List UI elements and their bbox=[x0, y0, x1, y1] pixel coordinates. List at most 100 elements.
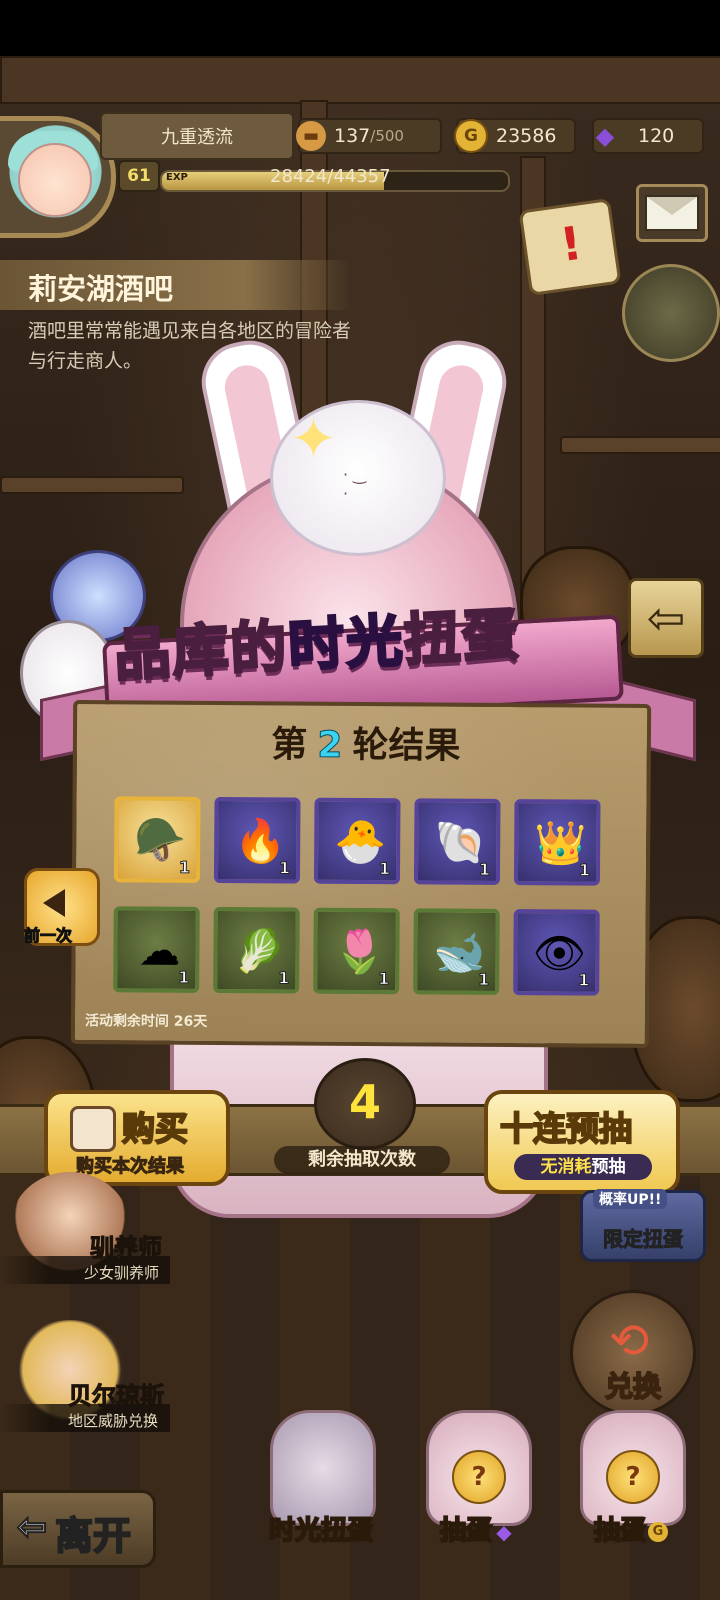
limited-gacha-label: 限定扭蛋 bbox=[603, 1227, 684, 1252]
result-item-slot[interactable]: 🥬 1 bbox=[213, 906, 300, 994]
player-level-badge: 61 bbox=[118, 160, 160, 192]
status-bar bbox=[0, 0, 720, 56]
item-count: 1 bbox=[578, 860, 591, 880]
item-count: 1 bbox=[378, 969, 390, 989]
ten-pull-preview-button[interactable]: 十连预抽 无消耗预抽 bbox=[484, 1090, 680, 1194]
banner-title-part2: 扭蛋 bbox=[401, 601, 523, 675]
npc-role: 地区威胁兑换 bbox=[68, 1412, 159, 1430]
round-number: 2 bbox=[317, 724, 343, 766]
gold-gacha-text: 抽蛋 bbox=[593, 1515, 647, 1547]
exclamation-icon: ! bbox=[556, 215, 586, 273]
previous-result-label: 前一次 bbox=[23, 926, 73, 946]
round-suffix: 轮结果 bbox=[352, 724, 461, 767]
arrow-left-icon: ⇦ bbox=[16, 1506, 48, 1549]
npc-role: 少女驯养师 bbox=[84, 1264, 160, 1282]
gem-gacha-label: 抽蛋 ◆ bbox=[412, 1510, 542, 1547]
time-gacha-label: 时光扭蛋 bbox=[268, 1515, 374, 1547]
gacha-egg-icon: ? bbox=[606, 1450, 660, 1504]
return-button[interactable]: ⇦ bbox=[628, 578, 704, 658]
gold-counter[interactable]: G 23586 bbox=[454, 118, 576, 154]
gold-coin-icon: G bbox=[454, 119, 488, 153]
player-avatar[interactable] bbox=[0, 116, 116, 238]
location-title-plate: 莉安湖酒吧 bbox=[0, 260, 350, 310]
rose-icon bbox=[70, 1106, 116, 1152]
leave-label: 离开 bbox=[54, 1513, 132, 1559]
result-item-slot[interactable]: 🔥 1 bbox=[213, 796, 301, 884]
gold-gacha-button[interactable]: ? 抽蛋 G bbox=[566, 1410, 696, 1560]
exchange-arrows-icon: ⟲ bbox=[609, 1313, 650, 1369]
result-items-grid: 🪖 1 🔥 1 🐣 1 🐚 1 👑 1 ☁ 1 🥬 1 🌷 1 🐋 1 👁 1 bbox=[113, 796, 615, 996]
purple-gem-icon: ◆ bbox=[595, 122, 615, 150]
result-item-slot[interactable]: 🪖 1 bbox=[113, 796, 201, 883]
exchange-label: 兑换 bbox=[604, 1369, 662, 1404]
gold-coin-icon: G bbox=[648, 1521, 668, 1542]
round-title: 第 2 轮结果 bbox=[77, 714, 655, 770]
exchange-button[interactable]: ⟲ 兑换 bbox=[570, 1290, 696, 1416]
backpack-button[interactable] bbox=[622, 264, 720, 362]
bread-icon: ▬ bbox=[296, 121, 326, 151]
player-name: 九重透流 bbox=[100, 112, 294, 160]
stamina-value: 137 bbox=[334, 125, 371, 147]
item-count: 1 bbox=[278, 968, 290, 988]
result-item-slot[interactable]: ☁ 1 bbox=[113, 906, 200, 993]
item-count: 1 bbox=[378, 859, 391, 879]
remaining-draws-dial: 4 bbox=[314, 1058, 416, 1150]
result-item-slot[interactable]: 🌷 1 bbox=[313, 907, 400, 995]
scroll-icon: ! bbox=[518, 198, 622, 296]
ceiling-beam bbox=[0, 56, 720, 104]
gem-counter[interactable]: ◆ 120 bbox=[592, 118, 704, 154]
gem-gacha-button[interactable]: ? 抽蛋 ◆ bbox=[412, 1410, 542, 1560]
ten-pull-subtitle: 无消耗预抽 bbox=[514, 1154, 652, 1180]
banner-title-part1: 品库的 bbox=[111, 613, 291, 690]
purple-gem-icon: ◆ bbox=[496, 1519, 512, 1544]
rate-up-tag: 概率UP!! bbox=[593, 1189, 668, 1209]
result-item-slot[interactable]: 🐣 1 bbox=[313, 797, 401, 885]
event-time-remaining: 活动剩余时间 26天 bbox=[84, 1013, 208, 1030]
stamina-counter[interactable]: ▬ 137/500 bbox=[296, 118, 442, 154]
ten-pull-subtitle-highlight: 无消耗 bbox=[540, 1157, 592, 1177]
gem-gacha-text: 抽蛋 bbox=[439, 1515, 493, 1547]
result-item-slot[interactable]: 🐋 1 bbox=[413, 908, 500, 995]
exp-label: EXP bbox=[166, 172, 188, 183]
npc-merchant[interactable]: 贝尔琼斯 地区威胁兑换 bbox=[0, 1320, 170, 1450]
item-count: 1 bbox=[278, 858, 291, 878]
buy-title: 购买 bbox=[121, 1108, 189, 1149]
npc-tamer[interactable]: 驯养师 少女驯养师 bbox=[0, 1172, 170, 1292]
item-count: 1 bbox=[578, 970, 590, 990]
leave-button[interactable]: ⇦ 离开 bbox=[0, 1490, 156, 1568]
limited-gacha-button[interactable]: 概率UP!! 限定扭蛋 bbox=[580, 1189, 706, 1262]
result-item-slot[interactable]: 👁 1 bbox=[513, 909, 600, 996]
results-panel: 第 2 轮结果 🪖 1 🔥 1 🐣 1 🐚 1 👑 1 ☁ 1 🥬 1 🌷 1 🐋 1 👁 1 活动剩余时间 26天 bbox=[70, 699, 652, 1049]
envelope-icon bbox=[645, 195, 699, 231]
item-count: 1 bbox=[178, 857, 191, 877]
mail-button[interactable] bbox=[636, 184, 708, 242]
ten-pull-title: 十连预抽 bbox=[499, 1108, 633, 1149]
exp-value: 28424/44357 bbox=[270, 166, 391, 187]
gem-value: 120 bbox=[638, 125, 675, 147]
npc-name: 驯养师 bbox=[90, 1234, 163, 1263]
item-count: 1 bbox=[478, 859, 491, 879]
result-item-slot[interactable]: 👑 1 bbox=[513, 799, 601, 886]
gacha-egg-icon: ? bbox=[452, 1450, 506, 1504]
item-count: 1 bbox=[178, 967, 190, 987]
round-prefix: 第 bbox=[271, 724, 308, 766]
gold-gacha-label: 抽蛋 G bbox=[566, 1510, 696, 1547]
time-gacha-button[interactable]: 时光扭蛋 bbox=[256, 1410, 386, 1560]
location-title: 莉安湖酒吧 bbox=[28, 272, 174, 306]
remaining-draws-label: 剩余抽取次数 bbox=[274, 1146, 450, 1174]
avatar-face bbox=[18, 143, 92, 217]
wall-shelf bbox=[560, 436, 720, 454]
sparkle-icon: ✦ bbox=[290, 407, 337, 472]
stamina-max: /500 bbox=[370, 127, 404, 145]
remaining-draws-count: 4 bbox=[348, 1075, 381, 1129]
ten-pull-subtitle-rest: 预抽 bbox=[591, 1157, 626, 1177]
quest-scroll-button[interactable]: ! bbox=[516, 196, 622, 296]
arrow-left-icon bbox=[43, 889, 65, 917]
gold-value: 23586 bbox=[496, 125, 557, 147]
banner-title-highlight: 时光 bbox=[285, 607, 407, 681]
item-count: 1 bbox=[478, 969, 490, 989]
npc-name: 贝尔琼斯 bbox=[68, 1382, 165, 1411]
time-gacha-art bbox=[270, 1410, 376, 1526]
return-arrow-icon: ⇦ bbox=[646, 591, 686, 645]
result-item-slot[interactable]: 🐚 1 bbox=[413, 798, 501, 885]
